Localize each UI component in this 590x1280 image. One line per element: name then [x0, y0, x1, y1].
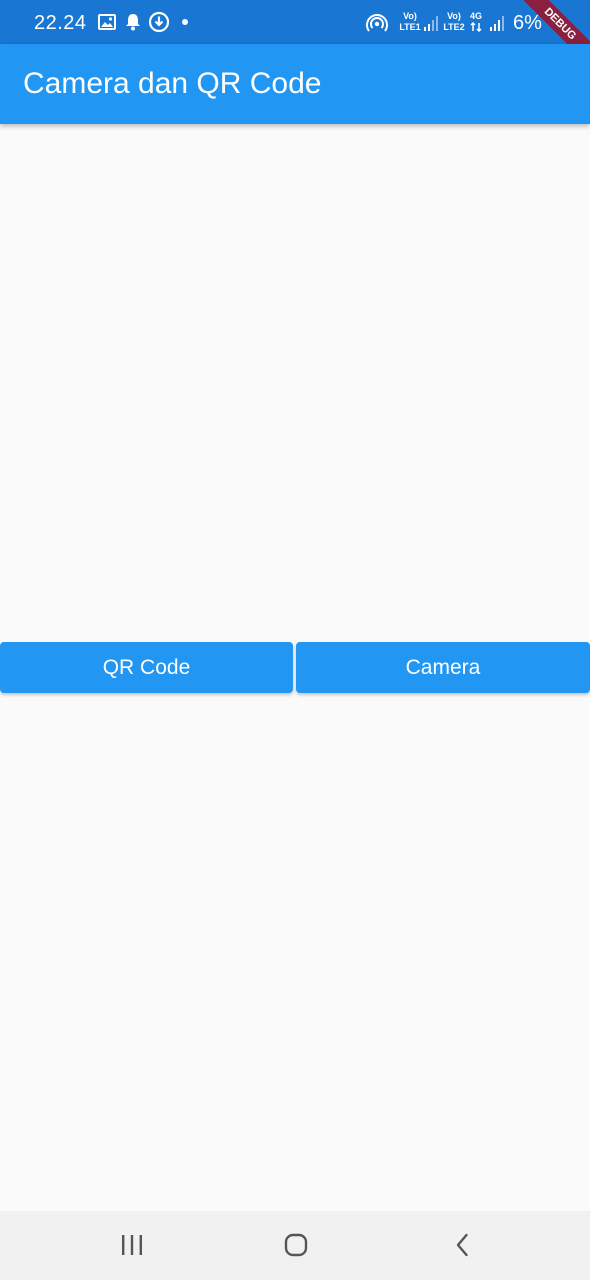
- download-circle-icon: [148, 11, 170, 33]
- recent-apps-icon: [122, 1235, 142, 1255]
- sim2-volte-label: Vo): [447, 11, 461, 21]
- navigation-bar: [0, 1211, 590, 1280]
- qr-code-button[interactable]: QR Code: [0, 642, 293, 693]
- sim1-volte-label: Vo): [403, 11, 417, 21]
- camera-button[interactable]: Camera: [296, 642, 590, 693]
- app-bar: Camera dan QR Code: [0, 44, 590, 124]
- sim1-lte-label: LTE1: [399, 22, 421, 32]
- hotspot-icon: [366, 14, 388, 32]
- recent-apps-button[interactable]: [87, 1211, 177, 1280]
- page-title: Camera dan QR Code: [23, 67, 322, 100]
- sim2-lte-label: LTE2: [443, 22, 465, 32]
- data-arrows-icon: [470, 22, 482, 32]
- status-bar: 22.24 Vo) LTE1 Vo) LTE2 4G 6%: [0, 0, 590, 44]
- dot-icon: [182, 19, 188, 25]
- signal-lte2-icon: [490, 16, 504, 31]
- data-type-label: 4G: [469, 11, 482, 21]
- status-time: 22.24: [34, 12, 87, 34]
- back-icon: [456, 1233, 468, 1257]
- home-button[interactable]: [251, 1211, 341, 1280]
- back-button[interactable]: [418, 1211, 508, 1280]
- image-icon: [98, 14, 116, 30]
- bell-icon: [126, 14, 140, 31]
- home-icon: [284, 1233, 308, 1257]
- signal-lte1-icon: [424, 16, 438, 31]
